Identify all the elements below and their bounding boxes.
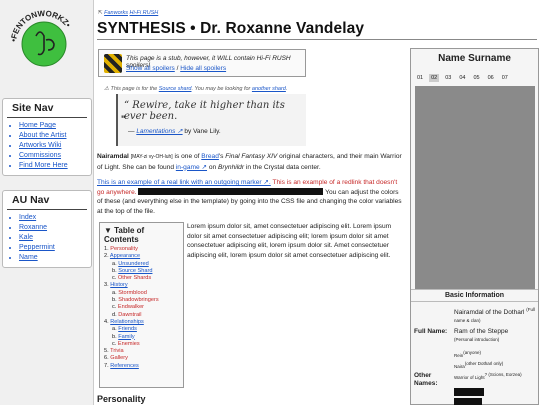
image-tab-03[interactable]: 03 <box>443 74 453 82</box>
quote-source-link[interactable]: Lamentations ↗ <box>136 128 182 135</box>
toc-item[interactable]: c. Endwalker <box>104 304 179 311</box>
toc-item[interactable]: 3. History <box>104 282 179 289</box>
basic-info-header: Basic Information <box>411 289 538 302</box>
toc-item[interactable]: 6. Gallery <box>104 355 179 362</box>
au-nav-item-kale[interactable]: Kale <box>19 233 91 243</box>
lorem-paragraph: Lorem ipsum dolor sit, amet consectetuer… <box>187 223 392 259</box>
other-names-value: Rein(anyone) Naira(other Dotharl only) W… <box>454 349 537 405</box>
title-divider <box>97 39 537 40</box>
spoiler-controls: Show all spoilers / Hide all spoilers <box>126 65 227 72</box>
toc-item[interactable]: 1. Personality <box>104 246 179 253</box>
other-names-label: Other Names: <box>414 372 438 387</box>
example-outgoing-link[interactable]: This is an example of a real link with a… <box>97 179 271 186</box>
image-tabs: 01 02 03 04 05 06 07 <box>415 74 514 82</box>
page-title: SYNTHESIS • Dr. Roxanne Vandelay <box>97 20 365 37</box>
toc-item[interactable]: c. Enemies <box>104 341 179 348</box>
section-heading-personality: Personality <box>97 394 146 404</box>
au-nav-box: AU Nav Index Roxanne Kale Peppermint Nam… <box>2 190 92 268</box>
quote-mark: " <box>121 114 126 124</box>
intro-paragraph: Nairamdal [MAY-zi vy-OH-luh] is one of B… <box>97 153 402 171</box>
site-nav-item-find-more[interactable]: Find More Here <box>19 161 91 171</box>
au-nav-item-name[interactable]: Name <box>19 253 91 263</box>
toc-item[interactable]: 4. Relationships <box>104 319 179 326</box>
breadcrumb: ⇱ Fanworks Hi-Fi RUSH <box>98 10 159 16</box>
full-name-label: Full Name: <box>414 328 448 335</box>
epigraph-quote: “ Rewire, take it higher than its ever b… <box>116 94 306 146</box>
redacted-name-2 <box>454 398 482 405</box>
quote-source: — Lamentations ↗ by Vane Lily. <box>128 128 221 135</box>
full-name-value: Nairamdal of the Dotharl (Full name & cl… <box>454 307 536 343</box>
example-paragraph: This is an example of a real link with a… <box>97 179 402 215</box>
site-nav-item-home[interactable]: Home Page <box>19 121 91 131</box>
toc-item[interactable]: b. Family <box>104 334 179 341</box>
shard-note: ⚠ This page is for the Source shard. You… <box>104 86 288 92</box>
another-shard-link[interactable]: another shard <box>252 86 286 92</box>
image-tab-01[interactable]: 01 <box>415 74 425 82</box>
toc-item[interactable]: 2. Appearance <box>104 253 179 260</box>
au-nav-title: AU Nav <box>7 191 87 210</box>
toc-item[interactable]: 5. Trivia <box>104 348 179 355</box>
au-nav-item-roxanne[interactable]: Roxanne <box>19 223 91 233</box>
bread-link[interactable]: Bread <box>201 153 219 160</box>
toc-item[interactable]: b. Source Shard <box>104 268 179 275</box>
image-tab-06[interactable]: 06 <box>486 74 496 82</box>
site-nav-item-wiki[interactable]: Artworks Wiki <box>19 141 91 151</box>
table-of-contents: ▼ Table of Contents 1. Personality 2. App… <box>99 222 184 388</box>
toc-item[interactable]: c. Other Shards <box>104 275 179 282</box>
redacted-block <box>138 188 324 196</box>
site-nav-item-commissions[interactable]: Commissions <box>19 151 91 161</box>
quote-text: “ Rewire, take it higher than its ever b… <box>124 100 285 122</box>
toc-item[interactable]: a. Friends <box>104 326 179 333</box>
source-shard-link[interactable]: Source shard <box>159 86 192 92</box>
warning-icon <box>104 54 122 73</box>
image-tab-05[interactable]: 05 <box>472 74 482 82</box>
toc-item[interactable]: 7. References <box>104 363 179 370</box>
site-logo[interactable]: •FENTONWORKZ• <box>6 6 82 82</box>
toc-item[interactable]: b. Shadowbringers <box>104 297 179 304</box>
breadcrumb-link-hifirush[interactable]: Hi-Fi RUSH <box>130 10 159 16</box>
image-tab-02[interactable]: 02 <box>429 74 440 82</box>
stub-notice: This page is a stub, however, it WILL co… <box>98 49 306 77</box>
site-nav-box: Site Nav Home Page About the Artist Artw… <box>2 98 92 176</box>
image-tab-04[interactable]: 04 <box>457 74 467 82</box>
infobox-title: Name Surname <box>438 53 511 64</box>
site-nav-title: Site Nav <box>7 99 87 118</box>
toc-item[interactable]: d. Dawntrail <box>104 312 179 319</box>
au-nav-item-index[interactable]: Index <box>19 213 91 223</box>
show-spoilers-link[interactable]: Show all spoilers <box>126 65 175 72</box>
breadcrumb-link-fanworks[interactable]: Fanworks <box>104 10 128 16</box>
toc-item[interactable]: a. Unsundered <box>104 261 179 268</box>
site-nav-item-about[interactable]: About the Artist <box>19 131 91 141</box>
toc-title[interactable]: ▼ Table of Contents <box>104 226 179 244</box>
main-content: ⇱ Fanworks Hi-Fi RUSH SYNTHESIS • Dr. Ro… <box>93 0 540 405</box>
au-nav-item-peppermint[interactable]: Peppermint <box>19 243 91 253</box>
hide-spoilers-link[interactable]: Hide all spoilers <box>180 65 226 72</box>
in-game-link[interactable]: in-game ↗ <box>176 164 207 171</box>
redacted-name-1 <box>454 388 484 397</box>
image-tab-07[interactable]: 07 <box>500 74 510 82</box>
toc-item[interactable]: a. Stormblood <box>104 290 179 297</box>
character-image-placeholder <box>415 86 535 290</box>
character-infobox: Name Surname 01 02 03 04 05 06 07 Basic Inform… <box>410 48 539 405</box>
